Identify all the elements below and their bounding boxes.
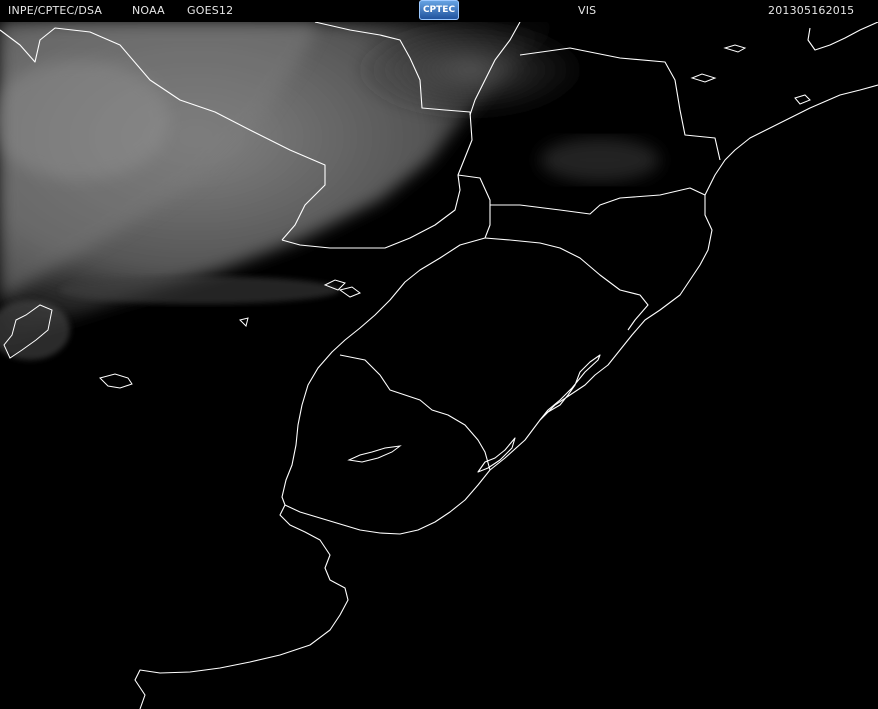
cptec-logo: CPTEC <box>419 0 459 20</box>
source-label: NOAA <box>132 4 165 17</box>
channel-label: VIS <box>578 4 597 17</box>
agency-label: INPE/CPTEC/DSA <box>8 4 103 17</box>
header-bar: INPE/CPTEC/DSA NOAA GOES12 CPTEC VIS 201… <box>0 0 878 22</box>
satellite-label: GOES12 <box>187 4 234 17</box>
timestamp-label: 201305162015 <box>768 4 855 17</box>
satellite-map <box>0 0 878 709</box>
logo-text: CPTEC <box>422 5 456 15</box>
